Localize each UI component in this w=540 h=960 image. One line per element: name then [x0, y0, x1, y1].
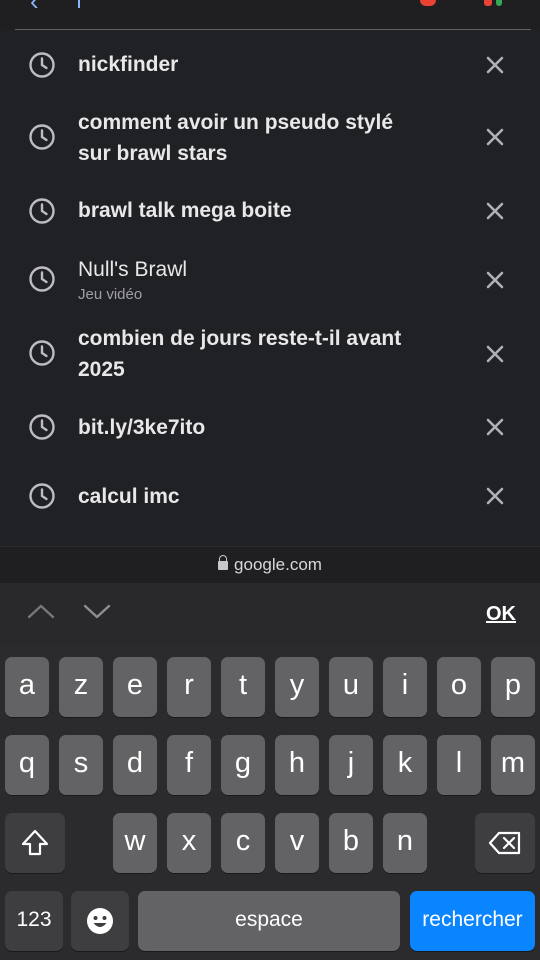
key-y[interactable]: y: [275, 657, 319, 717]
key-i[interactable]: i: [383, 657, 427, 717]
key-k[interactable]: k: [383, 735, 427, 795]
history-item-text: nickfinder: [78, 53, 179, 76]
key-d[interactable]: d: [113, 735, 157, 795]
search-key[interactable]: rechercher: [410, 891, 535, 951]
history-item-text: brawl talk mega boite: [78, 199, 292, 222]
chevron-down-icon[interactable]: [82, 601, 112, 621]
key-r[interactable]: r: [167, 657, 211, 717]
search-header: ‹: [0, 0, 540, 30]
remove-history-icon[interactable]: [484, 200, 506, 222]
url-display[interactable]: google.com: [0, 555, 540, 575]
space-key[interactable]: espace: [138, 891, 400, 951]
remove-history-icon[interactable]: [484, 54, 506, 76]
google-lens-icon[interactable]: [482, 0, 508, 6]
key-g[interactable]: g: [221, 735, 265, 795]
key-e[interactable]: e: [113, 657, 157, 717]
history-clock-icon: [28, 339, 56, 367]
shift-icon: [21, 829, 49, 856]
history-item-text: combien de jours reste-t-il avant: [78, 327, 402, 350]
search-history-list: nickfinder comment avoir un pseudo stylé…: [0, 30, 540, 546]
key-a[interactable]: a: [5, 657, 49, 717]
history-item-text-line2: 2025: [78, 358, 125, 381]
history-item[interactable]: brawl talk mega boite: [0, 195, 540, 229]
remove-history-icon[interactable]: [484, 343, 506, 365]
history-item[interactable]: nickfinder: [0, 48, 540, 82]
remove-history-icon[interactable]: [484, 269, 506, 291]
history-item-subtitle: Jeu vidéo: [78, 286, 143, 303]
key-z[interactable]: z: [59, 657, 103, 717]
key-o[interactable]: o: [437, 657, 481, 717]
backspace-icon: [488, 831, 521, 855]
key-j[interactable]: j: [329, 735, 373, 795]
key-l[interactable]: l: [437, 735, 481, 795]
key-s[interactable]: s: [59, 735, 103, 795]
keyboard: a z e r t y u i o p q s d f g h j k l m …: [0, 645, 540, 960]
history-item-text: comment avoir un pseudo stylé: [78, 111, 394, 134]
text-cursor: [78, 0, 80, 8]
microphone-icon[interactable]: [420, 0, 436, 6]
chevron-up-icon[interactable]: [26, 601, 56, 621]
remove-history-icon[interactable]: [484, 126, 506, 148]
key-q[interactable]: q: [5, 735, 49, 795]
key-m[interactable]: m: [491, 735, 535, 795]
key-f[interactable]: f: [167, 735, 211, 795]
key-b[interactable]: b: [329, 813, 373, 873]
key-p[interactable]: p: [491, 657, 535, 717]
key-c[interactable]: c: [221, 813, 265, 873]
key-t[interactable]: t: [221, 657, 265, 717]
key-h[interactable]: h: [275, 735, 319, 795]
history-item[interactable]: bit.ly/3ke7ito: [0, 411, 540, 445]
history-clock-icon: [28, 51, 56, 79]
key-x[interactable]: x: [167, 813, 211, 873]
key-v[interactable]: v: [275, 813, 319, 873]
history-item[interactable]: comment avoir un pseudo stylé sur brawl …: [0, 107, 540, 171]
url-bar[interactable]: google.com: [0, 546, 540, 583]
ok-button[interactable]: OK: [486, 603, 516, 626]
history-item-text: Null's Brawl: [78, 258, 188, 281]
emoji-key[interactable]: [71, 891, 129, 951]
key-u[interactable]: u: [329, 657, 373, 717]
remove-history-icon[interactable]: [484, 416, 506, 438]
history-item[interactable]: calcul imc: [0, 480, 540, 514]
history-item[interactable]: combien de jours reste-t-il avant 2025: [0, 323, 540, 387]
numbers-key[interactable]: 123: [5, 891, 63, 951]
history-clock-icon: [28, 197, 56, 225]
lock-icon: [218, 555, 229, 570]
history-item-text: bit.ly/3ke7ito: [78, 416, 206, 439]
history-item-text: calcul imc: [78, 485, 180, 508]
url-domain: google.com: [234, 555, 322, 574]
history-item-text-line2: sur brawl stars: [78, 142, 228, 165]
history-clock-icon: [28, 123, 56, 151]
history-item[interactable]: Null's Brawl Jeu vidéo: [0, 252, 540, 310]
key-w[interactable]: w: [113, 813, 157, 873]
backspace-key[interactable]: [475, 813, 535, 873]
emoji-icon: [87, 908, 113, 934]
shift-key[interactable]: [5, 813, 65, 873]
history-clock-icon: [28, 413, 56, 441]
history-clock-icon: [28, 265, 56, 293]
back-arrow-icon[interactable]: ‹: [30, 0, 39, 17]
history-clock-icon: [28, 482, 56, 510]
keyboard-accessory-bar: OK: [0, 583, 540, 645]
remove-history-icon[interactable]: [484, 485, 506, 507]
key-n[interactable]: n: [383, 813, 427, 873]
